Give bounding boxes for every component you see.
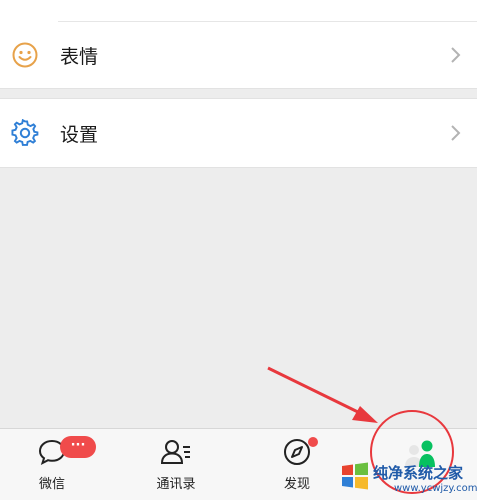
chevron-right-icon bbox=[451, 47, 461, 63]
chats-unread-badge: ··· bbox=[60, 436, 96, 458]
watermark-url: www.ycwjzy.com bbox=[394, 483, 477, 494]
windows-logo-icon bbox=[342, 462, 368, 490]
menu-item-emoji-label: 表情 bbox=[60, 46, 99, 68]
previous-row-strip bbox=[0, 0, 477, 22]
contacts-icon bbox=[160, 440, 190, 464]
watermark: 纯净系统之家 www.ycwjzy.com bbox=[340, 461, 477, 499]
tab-contacts[interactable]: 通讯录 bbox=[144, 429, 208, 500]
gear-icon bbox=[11, 119, 39, 146]
menu-item-emoji[interactable]: 表情 bbox=[0, 22, 477, 89]
watermark-title: 纯净系统之家 bbox=[373, 464, 464, 482]
menu-item-settings-label: 设置 bbox=[60, 124, 99, 146]
smile-icon bbox=[12, 42, 38, 68]
tab-discover-label: 发现 bbox=[283, 477, 310, 492]
tab-chats-label: 微信 bbox=[38, 477, 65, 492]
chevron-right-icon bbox=[451, 125, 461, 141]
tab-discover[interactable]: 发现 bbox=[265, 429, 329, 500]
menu-item-settings[interactable]: 设置 bbox=[0, 98, 477, 168]
tab-contacts-label: 通讯录 bbox=[156, 477, 196, 492]
discover-red-dot bbox=[308, 437, 318, 447]
